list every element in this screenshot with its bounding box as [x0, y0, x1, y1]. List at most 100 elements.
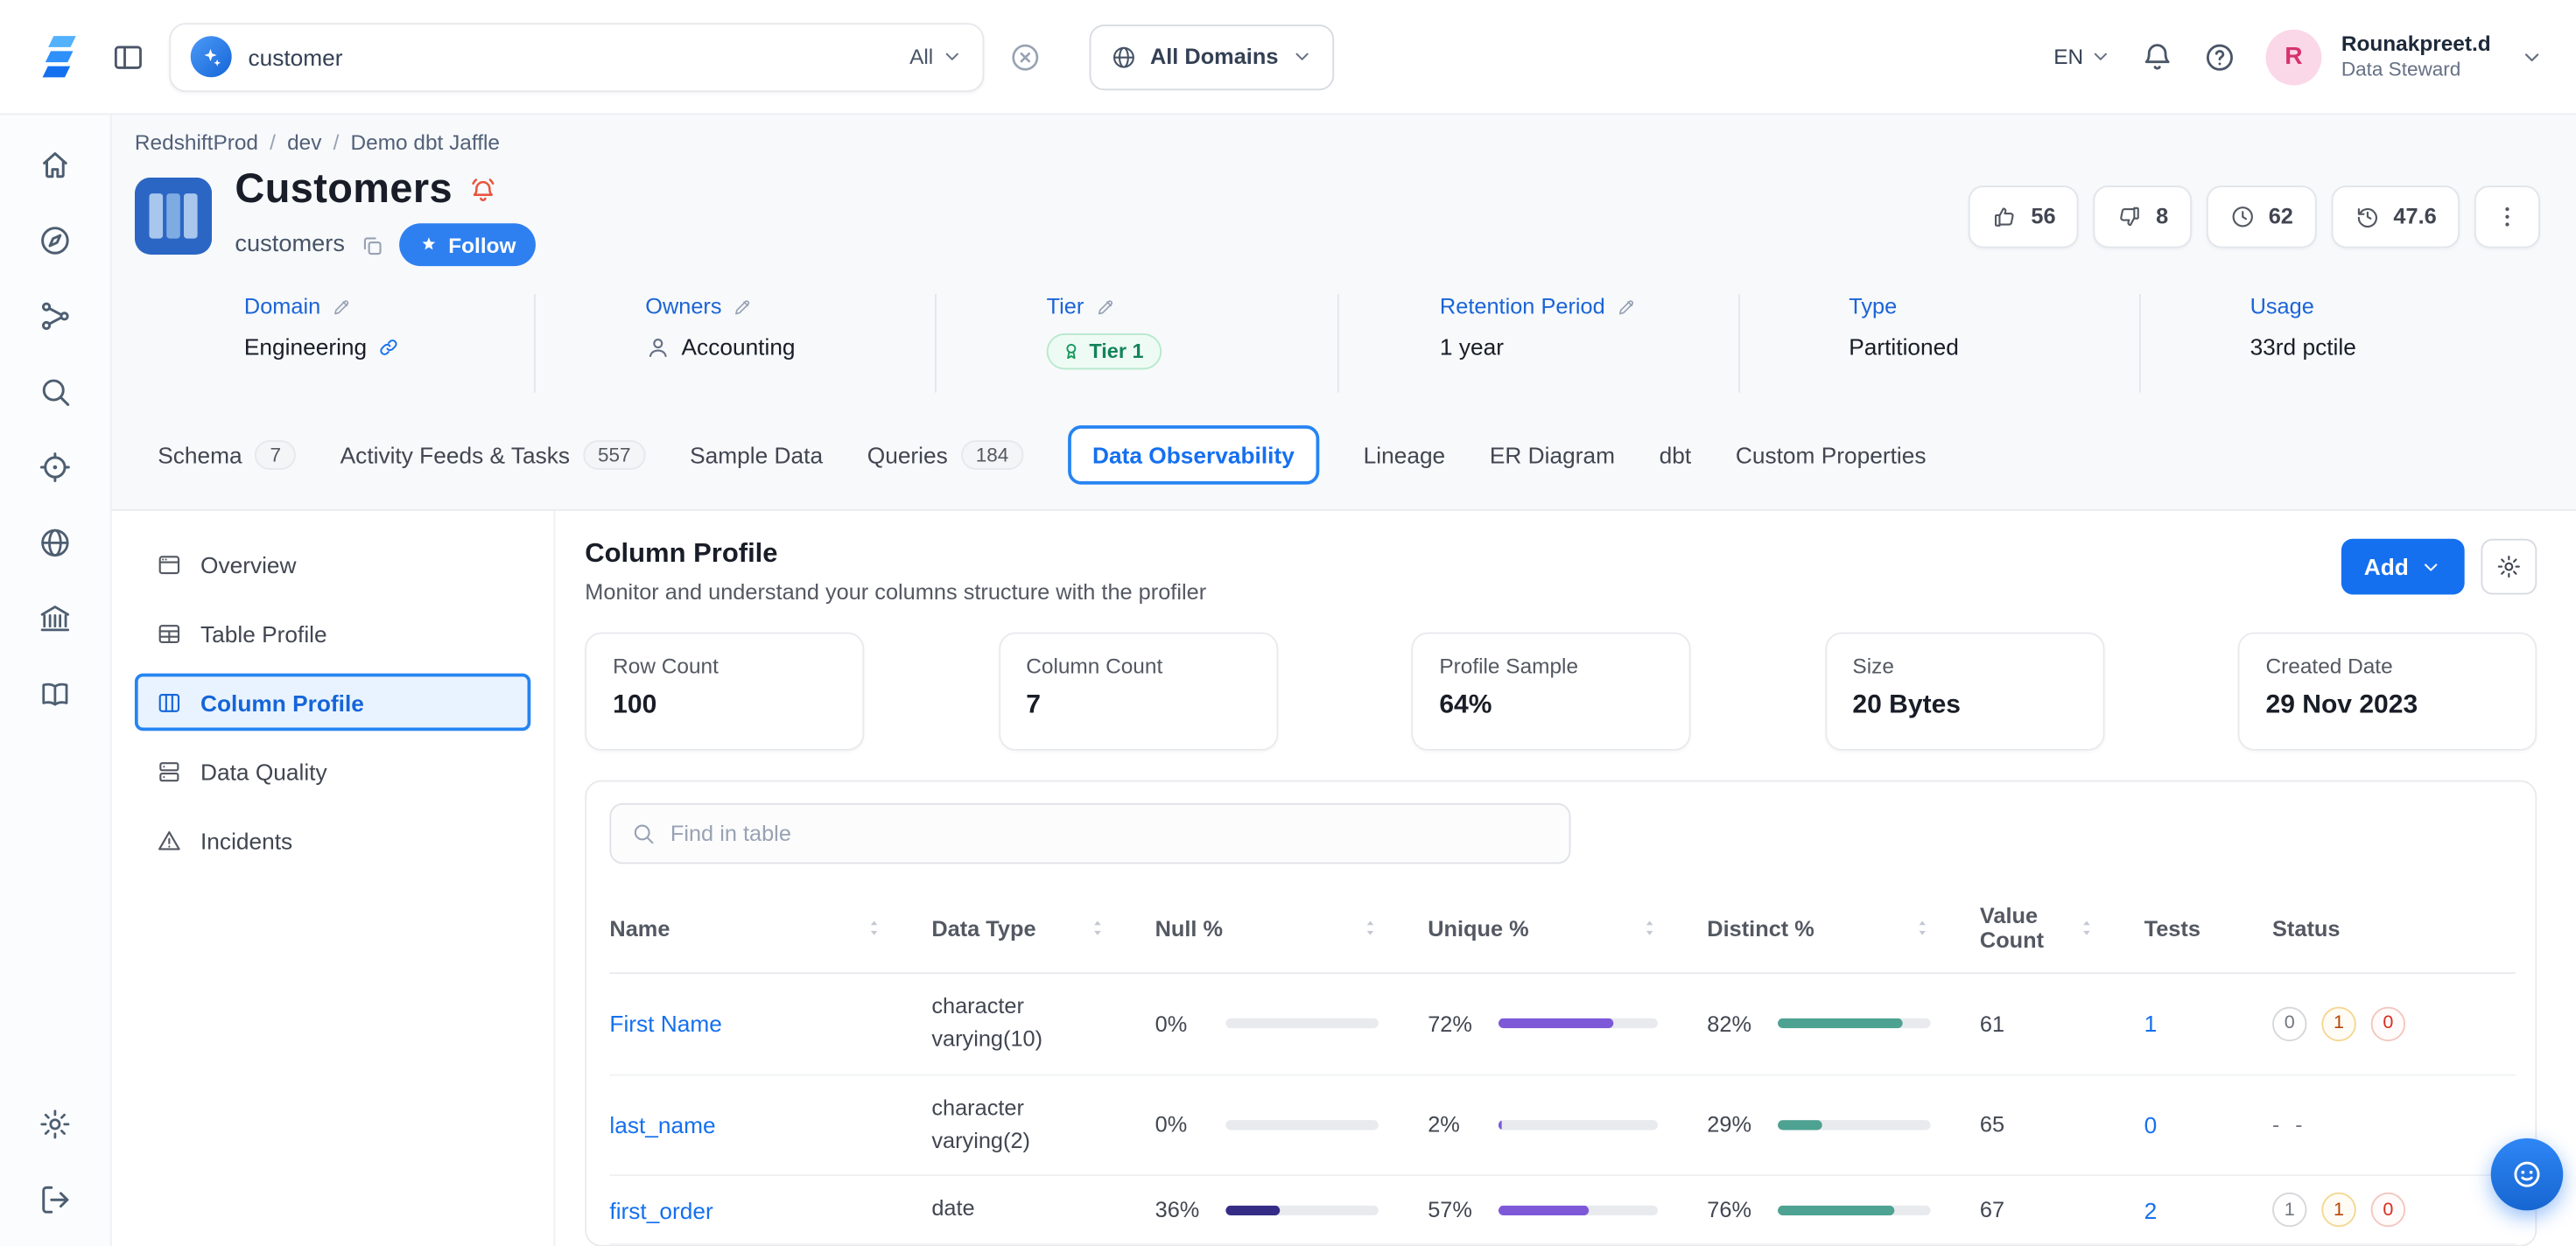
nav-settings-button[interactable]: [38, 1107, 72, 1141]
nav-governance-button[interactable]: [38, 601, 72, 635]
tab-dbt[interactable]: dbt: [1660, 427, 1692, 483]
add-button[interactable]: Add: [2341, 539, 2464, 595]
sort-icon[interactable]: [2075, 916, 2098, 939]
subnav-table-profile[interactable]: Table Profile: [135, 605, 530, 662]
more-actions-button[interactable]: [2474, 185, 2540, 247]
kebab-menu-icon: [2494, 203, 2520, 229]
notifications-button[interactable]: [2141, 40, 2174, 74]
nav-insights-button[interactable]: [38, 450, 72, 484]
subnav-overview[interactable]: Overview: [135, 536, 530, 593]
nav-discovery-button[interactable]: [38, 374, 72, 409]
stat-card-profile-sample: Profile Sample 64%: [1411, 633, 1690, 751]
sidebar-toggle-button[interactable]: [112, 40, 145, 74]
chat-assistant-button[interactable]: [2491, 1138, 2564, 1211]
upvote-button[interactable]: 56: [1969, 185, 2079, 247]
global-search[interactable]: All: [169, 22, 984, 91]
home-icon: [38, 148, 72, 182]
unique-pct-value: 72%: [1428, 1012, 1484, 1036]
downvote-button[interactable]: 8: [2094, 185, 2192, 247]
owners-value[interactable]: Accounting: [682, 333, 796, 360]
tab-custom-properties[interactable]: Custom Properties: [1736, 427, 1927, 483]
compass-icon: [38, 223, 72, 257]
magnifier-icon: [38, 374, 72, 409]
table-grid-icon: [156, 620, 182, 647]
user-menu[interactable]: Rounakpreet.d Data Steward: [2341, 31, 2491, 82]
subnav-column-profile[interactable]: Column Profile: [135, 674, 530, 732]
edit-pencil-icon[interactable]: [733, 297, 754, 317]
views-stat-button[interactable]: 62: [2206, 185, 2316, 247]
nav-glossary-button[interactable]: [38, 676, 72, 710]
breadcrumb-service[interactable]: RedshiftProd: [135, 130, 258, 154]
profiler-settings-button[interactable]: [2481, 539, 2537, 595]
breadcrumb-database[interactable]: dev: [287, 130, 321, 154]
tab-sample-data[interactable]: Sample Data: [690, 427, 823, 483]
entity-tabs: Schema 7 Activity Feeds & Tasks 557 Samp…: [112, 393, 2576, 485]
edit-pencil-icon[interactable]: [332, 297, 352, 317]
owners-label: Owners: [645, 294, 721, 318]
status-failed-count: 0: [2371, 1193, 2405, 1227]
info-domain: Domain Engineering: [135, 294, 536, 393]
find-in-table[interactable]: [609, 803, 1570, 864]
user-avatar[interactable]: R: [2265, 29, 2321, 85]
entity-name: customers: [235, 232, 345, 258]
column-name-link[interactable]: first_order: [609, 1196, 712, 1222]
chevron-down-icon: [1291, 46, 1312, 67]
star-icon: [418, 234, 439, 255]
alert-bell-icon[interactable]: [469, 175, 499, 205]
sort-icon[interactable]: [1358, 916, 1381, 939]
nav-logout-button[interactable]: [38, 1183, 72, 1217]
domain-value[interactable]: Engineering: [244, 333, 367, 360]
tab-schema[interactable]: Schema 7: [158, 425, 296, 485]
tests-link[interactable]: 2: [2144, 1196, 2158, 1222]
sort-icon[interactable]: [1086, 916, 1109, 939]
freshness-stat-button[interactable]: 47.6: [2331, 185, 2460, 247]
nav-explore-button[interactable]: [38, 223, 72, 257]
distinct-bar: [1778, 1120, 1931, 1130]
tier-badge[interactable]: Tier 1: [1047, 333, 1162, 369]
tab-data-observability[interactable]: Data Observability: [1068, 425, 1319, 485]
find-in-table-input[interactable]: [670, 822, 1549, 846]
tests-link[interactable]: 0: [2144, 1111, 2158, 1138]
nav-domains-button[interactable]: [38, 526, 72, 560]
warning-triangle-icon: [156, 827, 182, 853]
subnav-incidents[interactable]: Incidents: [135, 811, 530, 869]
column-name-link[interactable]: last_name: [609, 1111, 715, 1138]
column-name-link[interactable]: First Name: [609, 1011, 721, 1037]
edit-pencil-icon[interactable]: [1617, 297, 1637, 317]
tier-label: Tier: [1047, 294, 1084, 318]
breadcrumb-schema[interactable]: Demo dbt Jaffle: [351, 130, 500, 154]
clear-search-button[interactable]: [1009, 40, 1042, 74]
link-icon: [378, 336, 399, 357]
retention-value: 1 year: [1440, 333, 1504, 360]
col-header-value-count: Value Count: [1980, 903, 2075, 952]
tab-queries[interactable]: Queries 184: [867, 425, 1023, 485]
tab-label: Sample Data: [690, 442, 823, 468]
copy-icon[interactable]: [360, 233, 384, 257]
nav-home-button[interactable]: [38, 148, 72, 182]
chevron-down-icon[interactable]: [2520, 46, 2543, 68]
tests-link[interactable]: 1: [2144, 1011, 2158, 1037]
sort-icon[interactable]: [862, 916, 885, 939]
language-dropdown[interactable]: EN: [2053, 45, 2111, 69]
sort-icon[interactable]: [1911, 916, 1934, 939]
sort-icon[interactable]: [1638, 916, 1660, 939]
null-bar: [1225, 1205, 1379, 1214]
edit-pencil-icon[interactable]: [1095, 297, 1115, 317]
stat-label: Row Count: [613, 654, 836, 678]
global-search-input[interactable]: [248, 44, 893, 70]
follow-button[interactable]: Follow: [399, 223, 536, 266]
nav-lineage-button[interactable]: [38, 299, 72, 333]
subnav-data-quality[interactable]: Data Quality: [135, 742, 530, 800]
app-window: All All Domains EN R Rounakpreet.d Data …: [0, 0, 2576, 1246]
add-label: Add: [2364, 554, 2409, 580]
top-header: All All Domains EN R Rounakpreet.d Data …: [0, 0, 2576, 115]
tab-er-diagram[interactable]: ER Diagram: [1490, 427, 1615, 483]
help-button[interactable]: [2203, 40, 2236, 74]
thumbs-up-icon: [1991, 203, 2018, 229]
domains-dropdown[interactable]: All Domains: [1090, 24, 1335, 89]
tab-activity-feeds[interactable]: Activity Feeds & Tasks 557: [340, 425, 646, 485]
logout-icon: [38, 1183, 72, 1217]
search-scope-dropdown[interactable]: All: [909, 45, 963, 69]
col-header-unique: Unique %: [1428, 915, 1528, 940]
tab-lineage[interactable]: Lineage: [1364, 427, 1446, 483]
